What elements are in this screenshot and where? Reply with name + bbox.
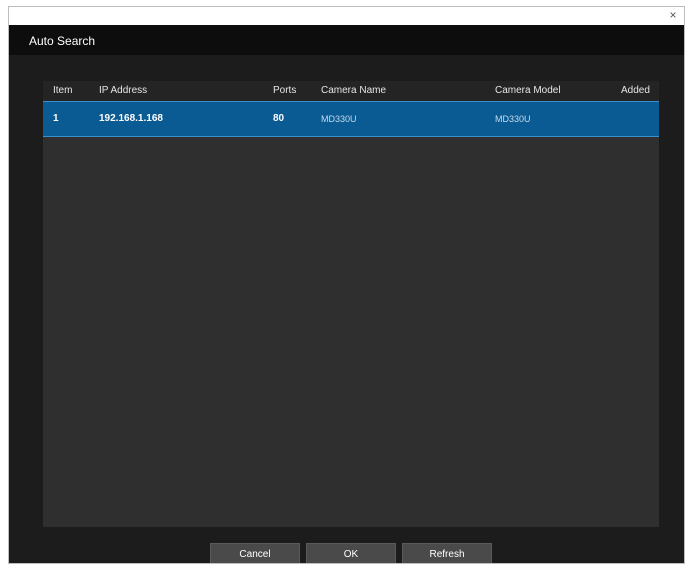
column-header-camera-name[interactable]: Camera Name bbox=[321, 81, 386, 101]
dialog-header: Auto Search bbox=[9, 25, 684, 55]
table-row[interactable]: 1 192.168.1.168 80 MD330U MD330U bbox=[43, 101, 659, 137]
refresh-button[interactable]: Refresh bbox=[402, 543, 492, 563]
cell-ip-address: 192.168.1.168 bbox=[99, 113, 163, 124]
column-header-added[interactable]: Added bbox=[621, 81, 650, 101]
camera-table: Item IP Address Ports Camera Name Camera… bbox=[43, 81, 659, 527]
cell-item: 1 bbox=[53, 113, 59, 124]
cell-ports: 80 bbox=[273, 113, 285, 124]
column-header-ports[interactable]: Ports bbox=[273, 81, 296, 101]
column-header-ip-address[interactable]: IP Address bbox=[99, 81, 147, 101]
cell-camera-name: MD330U bbox=[321, 114, 357, 124]
dialog-title: Auto Search bbox=[29, 34, 96, 48]
column-header-camera-model[interactable]: Camera Model bbox=[495, 81, 561, 101]
cell-camera-model: MD330U bbox=[495, 114, 531, 124]
window-titlebar: × bbox=[9, 7, 684, 25]
table-header: Item IP Address Ports Camera Name Camera… bbox=[43, 81, 659, 101]
close-icon[interactable]: × bbox=[666, 8, 680, 22]
column-header-item[interactable]: Item bbox=[53, 81, 72, 101]
auto-search-dialog: Auto Search Item IP Address Ports Camera… bbox=[9, 25, 684, 563]
auto-search-window: × Auto Search Item IP Address Ports Came… bbox=[8, 6, 685, 564]
ok-button[interactable]: OK bbox=[306, 543, 396, 563]
cancel-button[interactable]: Cancel bbox=[210, 543, 300, 563]
